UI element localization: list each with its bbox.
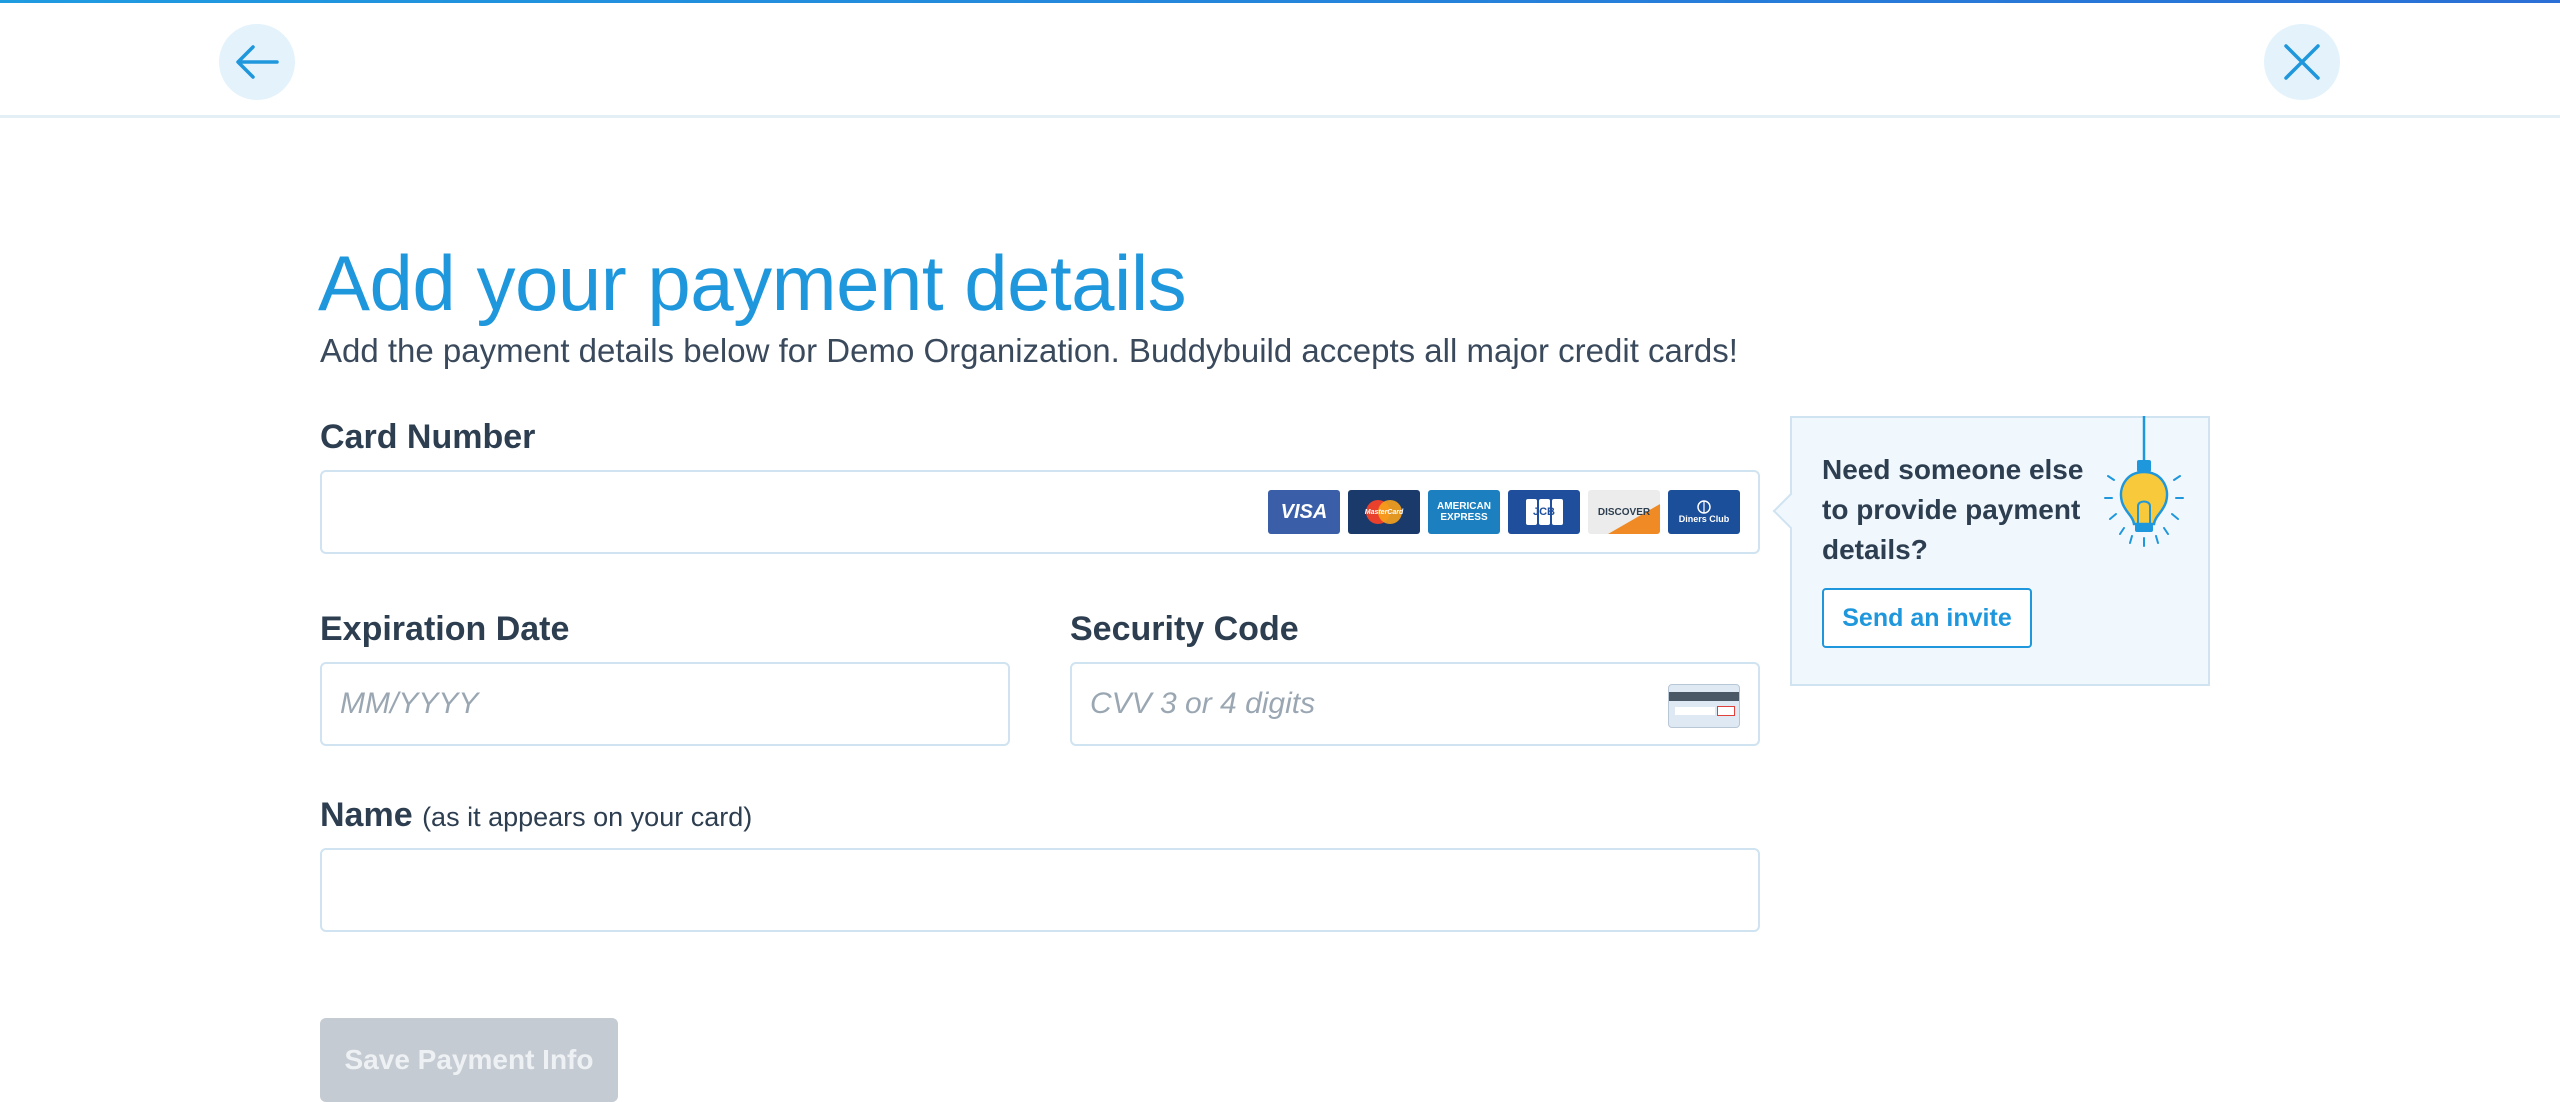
name-field-box (320, 848, 1760, 932)
name-label: Name (as it appears on your card) (320, 796, 752, 835)
close-icon (2284, 44, 2320, 80)
card-number-field-box: VISA MasterCard AMERICAN EXPRESS JCB DIS… (320, 470, 1760, 554)
expiration-date-label: Expiration Date (320, 610, 570, 648)
lightbulb-icon (2104, 416, 2184, 547)
diners-club-icon: Diners Club (1668, 490, 1740, 534)
arrow-left-icon (236, 45, 279, 79)
page-title: Add your payment details (318, 239, 1187, 327)
security-code-input[interactable] (1072, 664, 1758, 744)
top-bar (0, 3, 2560, 118)
save-payment-info-button[interactable]: Save Payment Info (320, 1018, 618, 1102)
page-subtitle: Add the payment details below for Demo O… (320, 332, 1738, 369)
back-button[interactable] (219, 24, 295, 100)
name-input[interactable] (322, 850, 1758, 930)
jcb-icon: JCB (1508, 490, 1580, 534)
expiration-date-input[interactable] (322, 664, 1008, 744)
close-button[interactable] (2264, 24, 2340, 100)
invite-panel-pointer (1772, 492, 1810, 530)
discover-icon: DISCOVER (1588, 490, 1660, 534)
invite-text: Need someone else to provide payment det… (1822, 454, 2084, 565)
visa-icon: VISA (1268, 490, 1340, 534)
expiration-date-field-box (320, 662, 1010, 746)
invite-panel: Need someone else to provide payment det… (1772, 416, 2210, 686)
cvv-card-icon (1668, 684, 1740, 728)
card-brand-logos: VISA MasterCard AMERICAN EXPRESS JCB DIS… (1268, 490, 1740, 534)
security-code-label: Security Code (1070, 610, 1299, 648)
card-number-label: Card Number (320, 418, 536, 456)
send-invite-button[interactable]: Send an invite (1822, 588, 2032, 648)
name-label-hint: (as it appears on your card) (422, 802, 753, 832)
security-code-field-box (1070, 662, 1760, 746)
mastercard-icon: MasterCard (1348, 490, 1420, 534)
amex-icon: AMERICAN EXPRESS (1428, 490, 1500, 534)
name-label-text: Name (320, 796, 413, 834)
